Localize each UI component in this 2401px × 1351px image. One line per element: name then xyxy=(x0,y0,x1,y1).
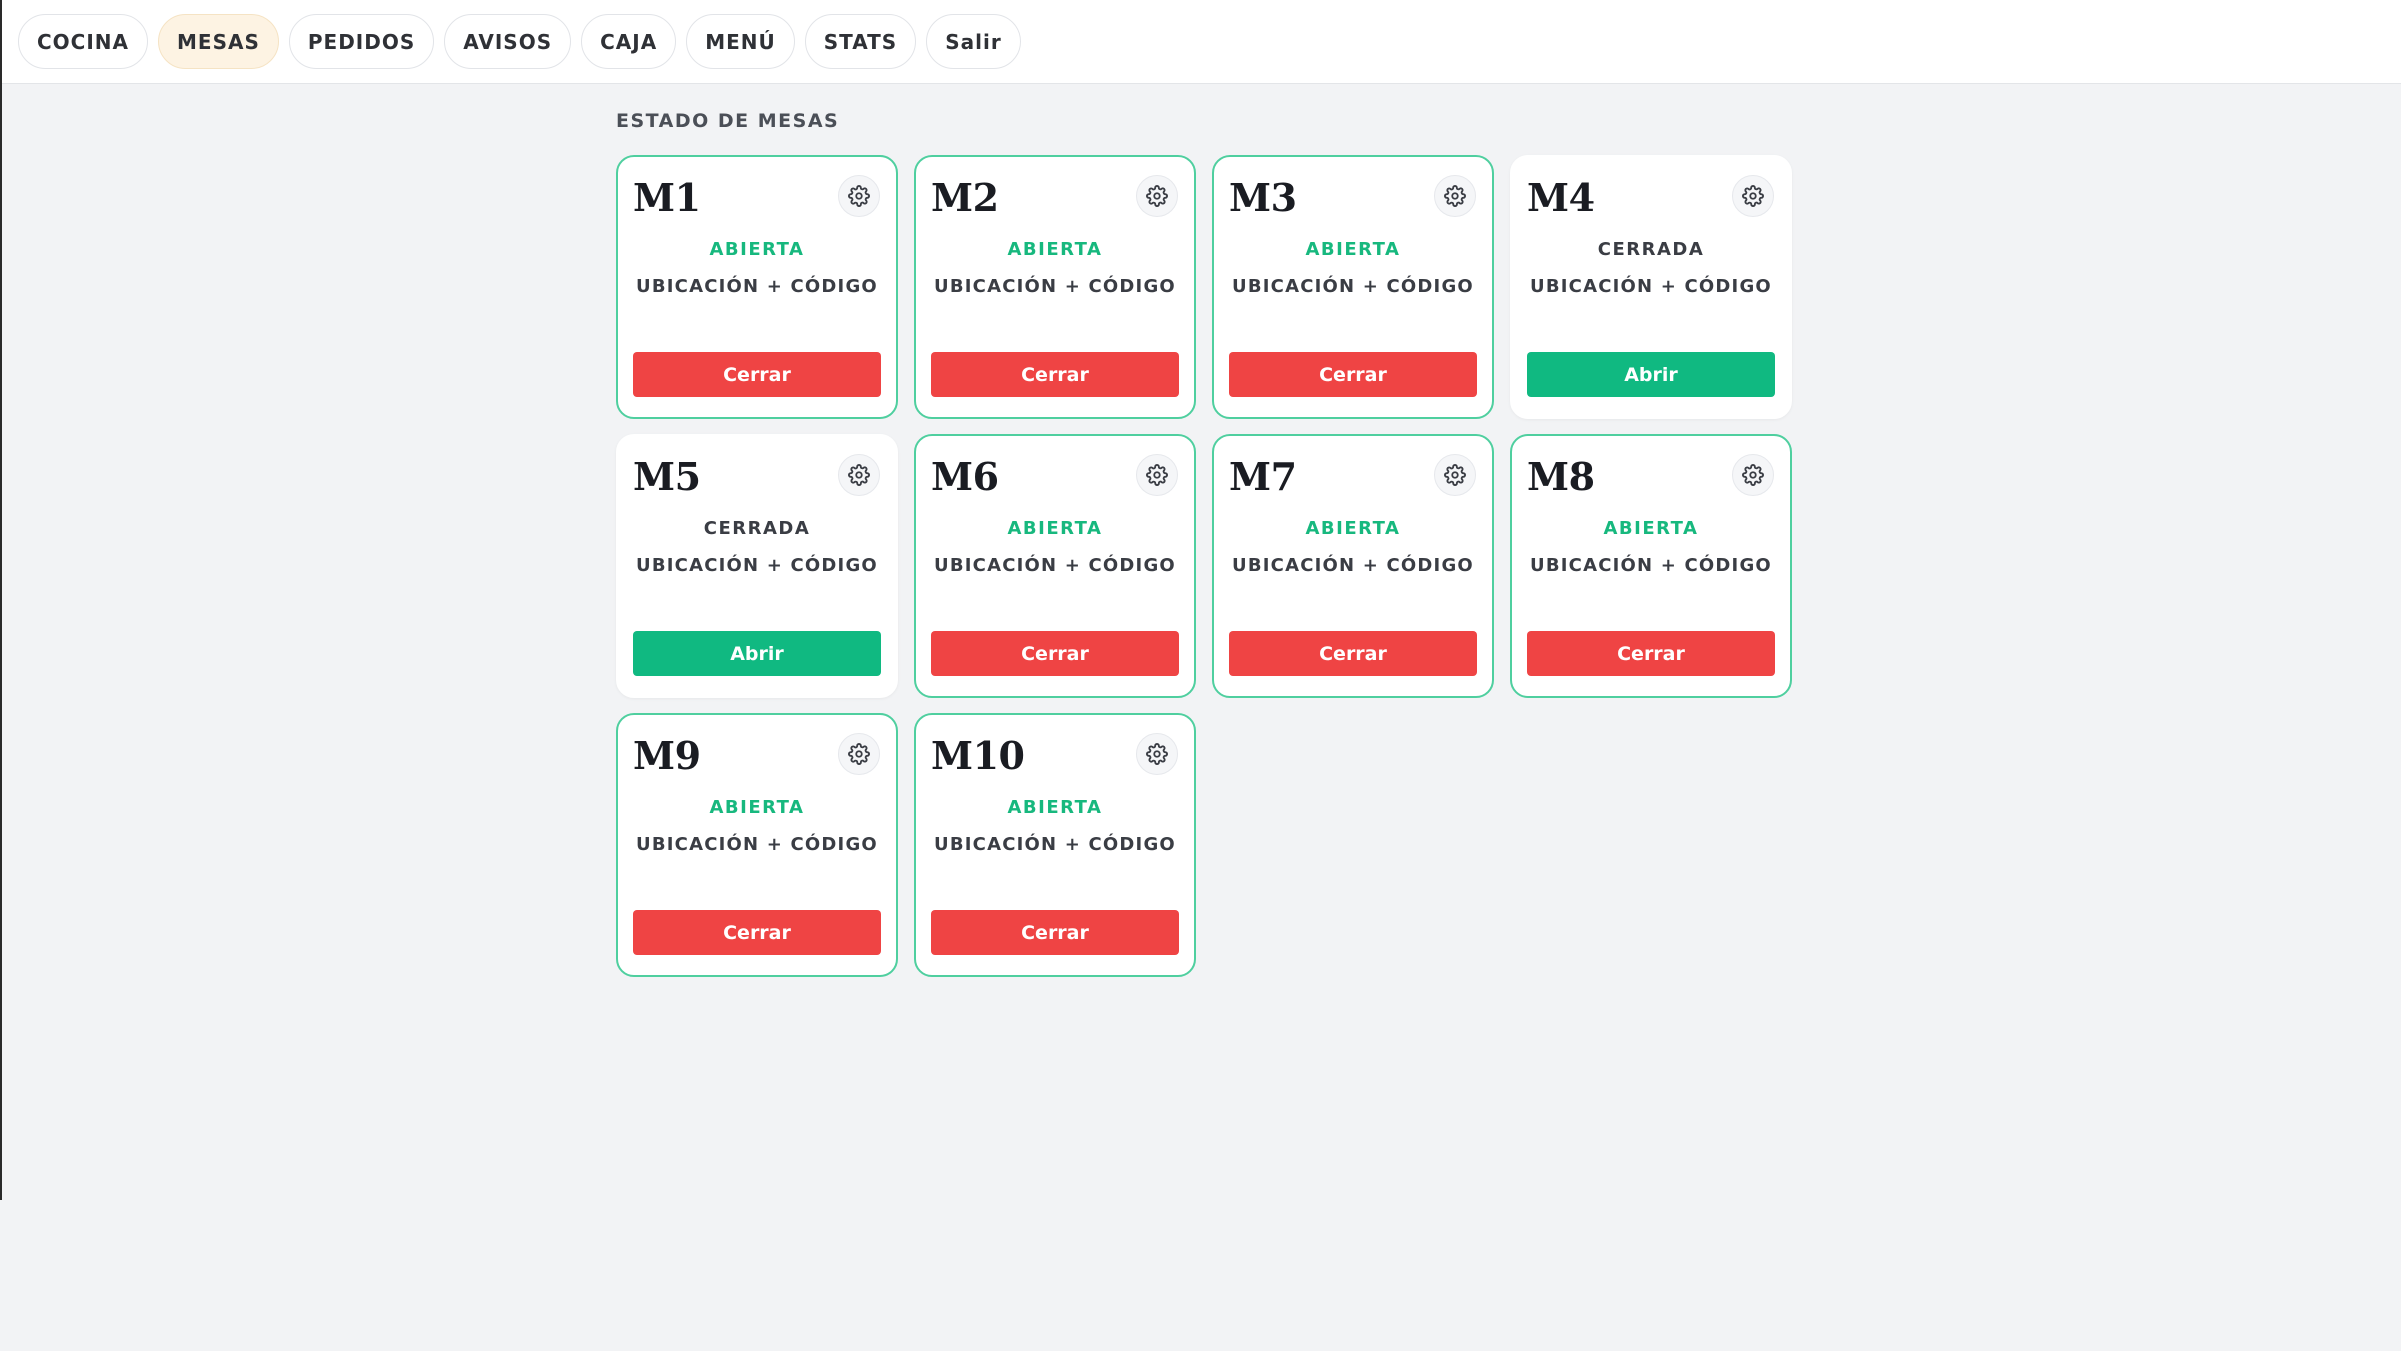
table-location: UBICACIÓN + CÓDIGO xyxy=(1530,276,1772,297)
table-status: ABIERTA xyxy=(709,239,805,260)
top-nav-bar: COCINA MESAS PEDIDOS AVISOS CAJA MENÚ ST… xyxy=(2,0,2401,84)
table-card: M7 ABIERTA UBICACIÓN + CÓDIGO Cerrar xyxy=(1212,434,1494,698)
table-location: UBICACIÓN + CÓDIGO xyxy=(934,276,1176,297)
gear-icon[interactable] xyxy=(838,175,880,217)
nav-tab-stats[interactable]: STATS xyxy=(804,14,917,69)
table-location: UBICACIÓN + CÓDIGO xyxy=(636,834,878,855)
table-card: M10 ABIERTA UBICACIÓN + CÓDIGO Cerrar xyxy=(914,713,1196,977)
table-location: UBICACIÓN + CÓDIGO xyxy=(1232,276,1474,297)
table-status: ABIERTA xyxy=(709,797,805,818)
gear-icon[interactable] xyxy=(838,454,880,496)
table-status: CERRADA xyxy=(703,518,811,539)
app-viewport: COCINA MESAS PEDIDOS AVISOS CAJA MENÚ ST… xyxy=(0,0,2401,1200)
table-name: M10 xyxy=(931,733,1025,778)
nav-tab-avisos[interactable]: AVISOS xyxy=(444,14,572,69)
close-table-button[interactable]: Cerrar xyxy=(931,910,1179,955)
table-name: M8 xyxy=(1527,454,1595,499)
table-name: M9 xyxy=(633,733,701,778)
nav-tab-caja[interactable]: CAJA xyxy=(581,14,677,69)
nav-tab-mesas[interactable]: MESAS xyxy=(158,14,279,69)
section-title: ESTADO DE MESAS xyxy=(616,110,840,132)
table-card: M1 ABIERTA UBICACIÓN + CÓDIGO Cerrar xyxy=(616,155,898,419)
table-location: UBICACIÓN + CÓDIGO xyxy=(1232,555,1474,576)
table-card: M6 ABIERTA UBICACIÓN + CÓDIGO Cerrar xyxy=(914,434,1196,698)
table-status: ABIERTA xyxy=(1007,797,1103,818)
table-status: CERRADA xyxy=(1597,239,1705,260)
table-card: M3 ABIERTA UBICACIÓN + CÓDIGO Cerrar xyxy=(1212,155,1494,419)
table-status: ABIERTA xyxy=(1007,518,1103,539)
table-name: M4 xyxy=(1527,175,1595,220)
table-location: UBICACIÓN + CÓDIGO xyxy=(1530,555,1772,576)
table-status: ABIERTA xyxy=(1007,239,1103,260)
close-table-button[interactable]: Cerrar xyxy=(931,631,1179,676)
table-status: ABIERTA xyxy=(1603,518,1699,539)
nav-tab-menu[interactable]: MENÚ xyxy=(686,14,795,69)
table-name: M2 xyxy=(931,175,999,220)
table-location: UBICACIÓN + CÓDIGO xyxy=(934,555,1176,576)
nav-tab-pedidos[interactable]: PEDIDOS xyxy=(288,14,435,69)
gear-icon[interactable] xyxy=(1732,175,1774,217)
gear-icon[interactable] xyxy=(1136,175,1178,217)
table-card: M9 ABIERTA UBICACIÓN + CÓDIGO Cerrar xyxy=(616,713,898,977)
table-status: ABIERTA xyxy=(1305,239,1401,260)
gear-icon[interactable] xyxy=(1136,733,1178,775)
open-table-button[interactable]: Abrir xyxy=(1527,352,1775,397)
table-status: ABIERTA xyxy=(1305,518,1401,539)
table-name: M6 xyxy=(931,454,999,499)
close-table-button[interactable]: Cerrar xyxy=(931,352,1179,397)
gear-icon[interactable] xyxy=(838,733,880,775)
table-location: UBICACIÓN + CÓDIGO xyxy=(636,276,878,297)
table-name: M3 xyxy=(1229,175,1297,220)
gear-icon[interactable] xyxy=(1136,454,1178,496)
tables-grid: M1 ABIERTA UBICACIÓN + CÓDIGO Cerrar M2 ABIER… xyxy=(616,155,1792,977)
table-location: UBICACIÓN + CÓDIGO xyxy=(934,834,1176,855)
table-card: M4 CERRADA UBICACIÓN + CÓDIGO Abrir xyxy=(1510,155,1792,419)
table-name: M5 xyxy=(633,454,701,499)
nav-tab-cocina[interactable]: COCINA xyxy=(18,14,149,69)
table-card: M2 ABIERTA UBICACIÓN + CÓDIGO Cerrar xyxy=(914,155,1196,419)
close-table-button[interactable]: Cerrar xyxy=(1527,631,1775,676)
table-card: M8 ABIERTA UBICACIÓN + CÓDIGO Cerrar xyxy=(1510,434,1792,698)
logout-button[interactable]: Salir xyxy=(926,14,1021,69)
table-location: UBICACIÓN + CÓDIGO xyxy=(636,555,878,576)
close-table-button[interactable]: Cerrar xyxy=(1229,631,1477,676)
table-card: M5 CERRADA UBICACIÓN + CÓDIGO Abrir xyxy=(616,434,898,698)
table-name: M1 xyxy=(633,175,701,220)
close-table-button[interactable]: Cerrar xyxy=(1229,352,1477,397)
close-table-button[interactable]: Cerrar xyxy=(633,352,881,397)
gear-icon[interactable] xyxy=(1434,175,1476,217)
gear-icon[interactable] xyxy=(1434,454,1476,496)
table-name: M7 xyxy=(1229,454,1297,499)
close-table-button[interactable]: Cerrar xyxy=(633,910,881,955)
gear-icon[interactable] xyxy=(1732,454,1774,496)
open-table-button[interactable]: Abrir xyxy=(633,631,881,676)
